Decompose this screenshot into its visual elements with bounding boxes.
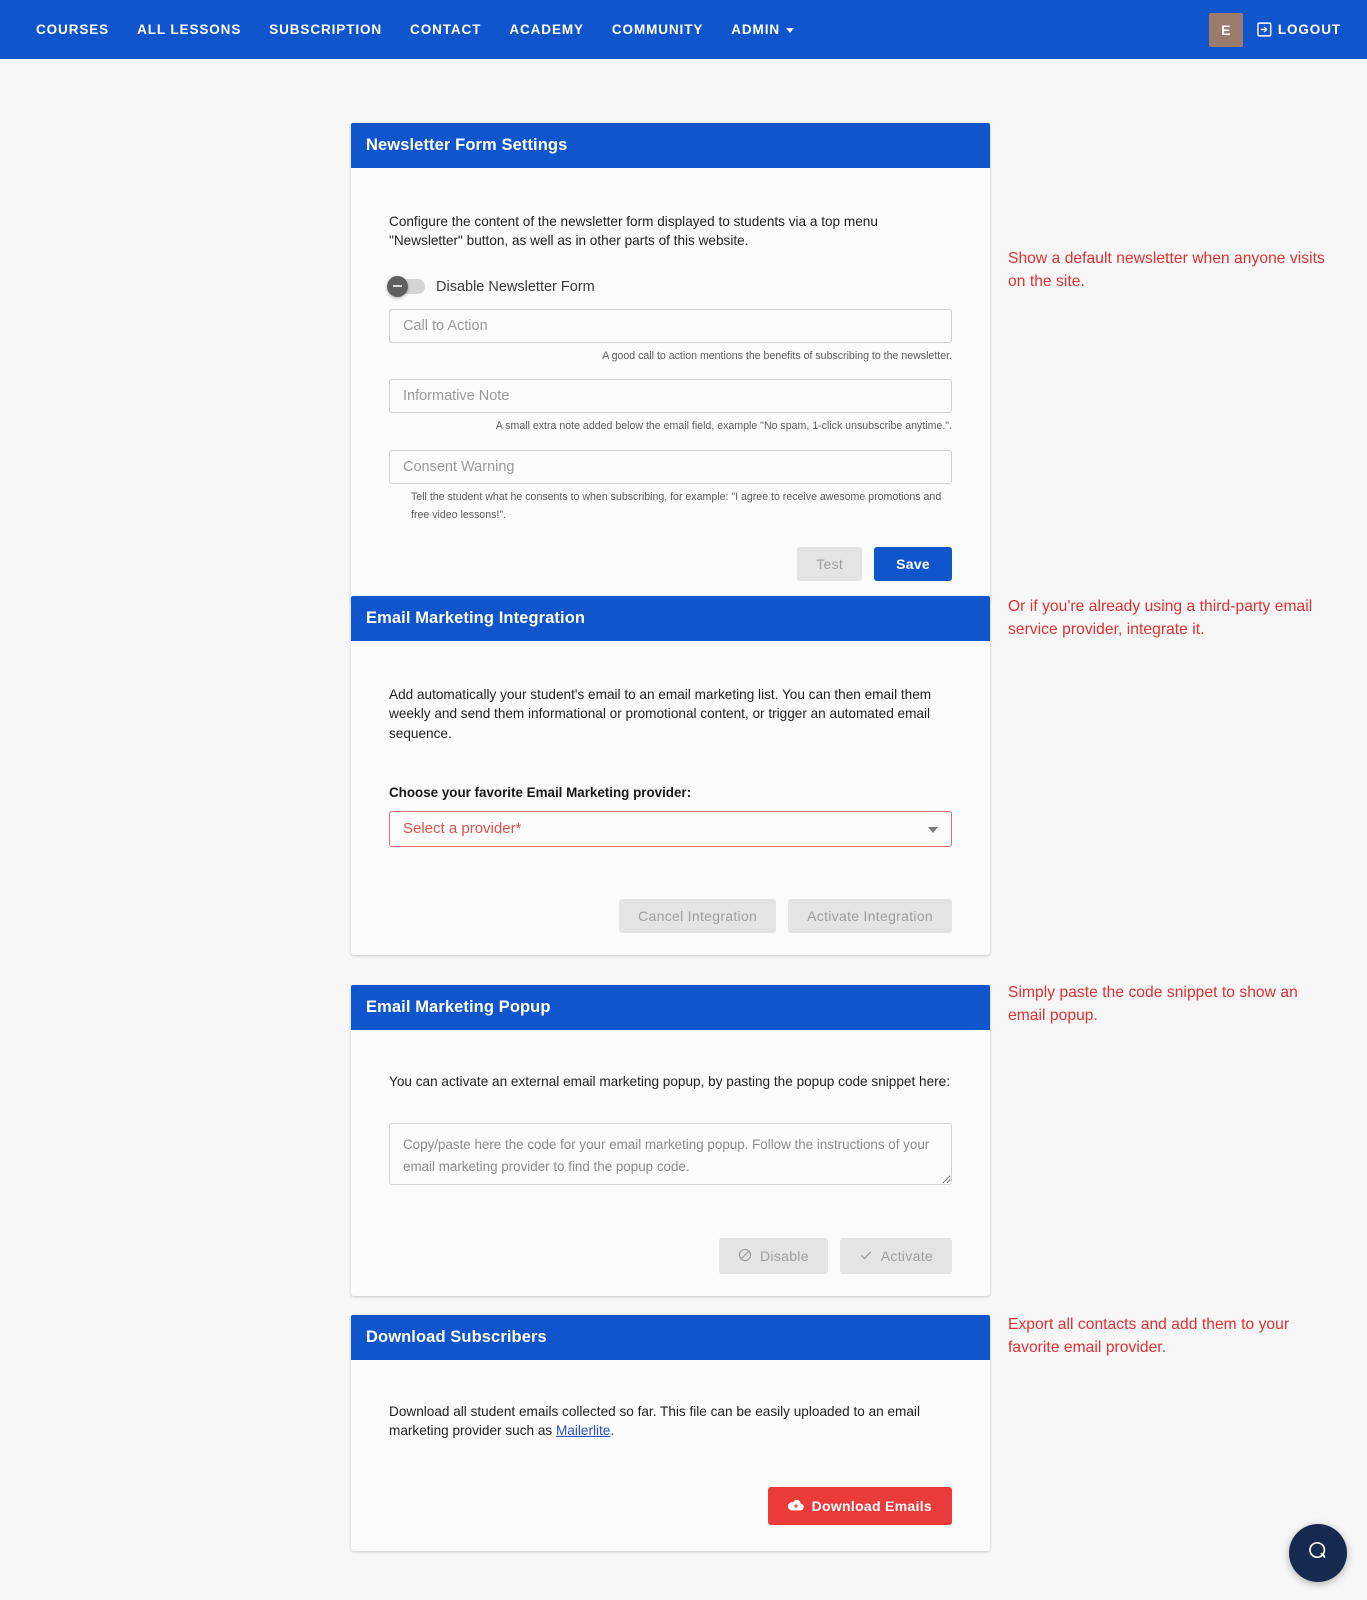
avatar[interactable]: E — [1208, 12, 1243, 47]
page-content: Newsletter Form Settings Configure the c… — [0, 59, 1367, 1551]
nav-right-group: E LOGOUT — [1208, 12, 1349, 47]
newsletter-form-settings-card: Newsletter Form Settings Configure the c… — [351, 123, 990, 603]
cancel-integration-button[interactable]: Cancel Integration — [619, 898, 777, 933]
popup-actions: Disable Activate — [389, 1238, 952, 1275]
ban-icon — [738, 1248, 752, 1264]
card-description: You can activate an external email marke… — [389, 1074, 950, 1089]
card-body: Add automatically your student's email t… — [351, 641, 990, 955]
nav-item-label: ACADEMY — [509, 22, 584, 37]
card-description: Configure the content of the newsletter … — [389, 214, 878, 249]
note-1-wrapper: Show a default newsletter when anyone vi… — [1008, 247, 1328, 293]
activate-integration-button[interactable]: Activate Integration — [788, 898, 952, 933]
newsletter-actions: Test Save — [389, 546, 952, 581]
call-to-action-input[interactable] — [389, 308, 952, 343]
card-title: Download Subscribers — [351, 1315, 990, 1360]
newsletter-card-wrapper: Newsletter Form Settings Configure the c… — [351, 123, 990, 603]
card-body: Configure the content of the newsletter … — [351, 168, 990, 603]
popup-code-textarea[interactable] — [389, 1123, 952, 1186]
nav-item-label: ADMIN — [731, 22, 780, 37]
mailerlite-link[interactable]: Mailerlite — [556, 1423, 610, 1438]
nav-item-contact[interactable]: CONTACT — [396, 16, 495, 43]
download-emails-button[interactable]: Download Emails — [767, 1486, 952, 1525]
card-title: Email Marketing Integration — [351, 596, 990, 641]
nav-item-all-lessons[interactable]: ALL LESSONS — [123, 16, 255, 43]
nav-item-label: CONTACT — [410, 22, 482, 37]
annotation-note-2: Or if you're already using a third-party… — [1008, 598, 1313, 639]
toggle-label: Disable Newsletter Form — [436, 278, 595, 295]
informative-note-input[interactable] — [389, 379, 952, 414]
test-button[interactable]: Test — [797, 546, 863, 581]
email-marketing-integration-card: Email Marketing Integration Add automati… — [351, 596, 990, 955]
consent-warning-hint: Tell the student what he consents to whe… — [411, 490, 942, 522]
chevron-down-icon — [786, 27, 794, 33]
card-title: Newsletter Form Settings — [351, 123, 990, 168]
nav-item-academy[interactable]: ACADEMY — [495, 16, 598, 43]
logout-label: LOGOUT — [1277, 22, 1341, 37]
consent-warning-field — [389, 449, 952, 484]
activate-popup-label: Activate — [880, 1248, 933, 1265]
nav-item-label: COURSES — [36, 22, 110, 37]
consent-warning-input[interactable] — [389, 449, 952, 484]
provider-select[interactable]: Select a provider* — [389, 810, 952, 847]
description-text-before: Download all student emails collected so… — [389, 1404, 920, 1439]
nav-item-label: COMMUNITY — [611, 22, 704, 37]
popup-code-field — [389, 1123, 952, 1190]
card-title: Email Marketing Popup — [351, 985, 990, 1030]
popup-card-wrapper: Email Marketing Popup You can activate a… — [351, 985, 990, 1297]
chevron-down-icon — [928, 826, 938, 833]
download-actions: Download Emails — [389, 1486, 952, 1525]
description-text-after: . — [610, 1423, 615, 1439]
nav-item-label: SUBSCRIPTION — [269, 22, 383, 37]
help-chat-button[interactable] — [1289, 1524, 1347, 1582]
nav-item-courses[interactable]: COURSES — [22, 16, 123, 43]
disable-newsletter-toggle-row: Disable Newsletter Form — [387, 275, 952, 297]
call-to-action-field — [389, 308, 952, 343]
integration-card-wrapper: Email Marketing Integration Add automati… — [351, 596, 990, 955]
chat-bubble-icon — [1305, 1538, 1331, 1569]
disable-popup-label: Disable — [760, 1248, 809, 1265]
top-navigation-bar: COURSES ALL LESSONS SUBSCRIPTION CONTACT… — [0, 0, 1367, 59]
toggle-knob — [387, 275, 408, 297]
card-body: You can activate an external email marke… — [351, 1030, 990, 1296]
informative-note-hint: A small extra note added below the email… — [495, 420, 952, 433]
note-2-wrapper: Or if you're already using a third-party… — [1008, 595, 1328, 641]
card-description: Download all student emails collected so… — [389, 1402, 952, 1441]
nav-item-admin[interactable]: ADMIN — [717, 16, 808, 43]
download-card-wrapper: Download Subscribers Download all studen… — [351, 1315, 990, 1551]
note-4-wrapper: Export all contacts and add them to your… — [1008, 1313, 1328, 1359]
annotation-note-3: Simply paste the code snippet to show an… — [1008, 984, 1298, 1025]
disable-newsletter-toggle[interactable] — [387, 275, 425, 297]
provider-select-label: Choose your favorite Email Marketing pro… — [389, 784, 692, 800]
check-icon — [859, 1248, 873, 1264]
logout-button[interactable]: LOGOUT — [1257, 22, 1349, 37]
cloud-download-icon — [787, 1498, 804, 1514]
disable-popup-button[interactable]: Disable — [719, 1238, 828, 1275]
card-description: Add automatically your student's email t… — [389, 687, 932, 741]
informative-note-field — [389, 379, 952, 414]
annotation-note-1: Show a default newsletter when anyone vi… — [1008, 250, 1325, 291]
integration-actions: Cancel Integration Activate Integration — [389, 898, 952, 933]
download-subscribers-card: Download Subscribers Download all studen… — [351, 1315, 990, 1551]
download-emails-label: Download Emails — [811, 1497, 932, 1514]
card-body: Download all student emails collected so… — [351, 1360, 990, 1551]
nav-item-community[interactable]: COMMUNITY — [598, 16, 717, 43]
provider-select-value: Select a provider* — [403, 820, 522, 838]
annotation-note-4: Export all contacts and add them to your… — [1008, 1316, 1290, 1357]
call-to-action-hint: A good call to action mentions the benef… — [602, 349, 952, 362]
save-button[interactable]: Save — [874, 546, 952, 581]
note-3-wrapper: Simply paste the code snippet to show an… — [1008, 981, 1328, 1027]
nav-item-label: ALL LESSONS — [137, 22, 242, 37]
nav-item-subscription[interactable]: SUBSCRIPTION — [255, 16, 396, 43]
email-marketing-popup-card: Email Marketing Popup You can activate a… — [351, 985, 990, 1297]
nav-links: COURSES ALL LESSONS SUBSCRIPTION CONTACT… — [22, 16, 808, 43]
activate-popup-button[interactable]: Activate — [839, 1238, 952, 1275]
logout-icon — [1257, 22, 1272, 37]
